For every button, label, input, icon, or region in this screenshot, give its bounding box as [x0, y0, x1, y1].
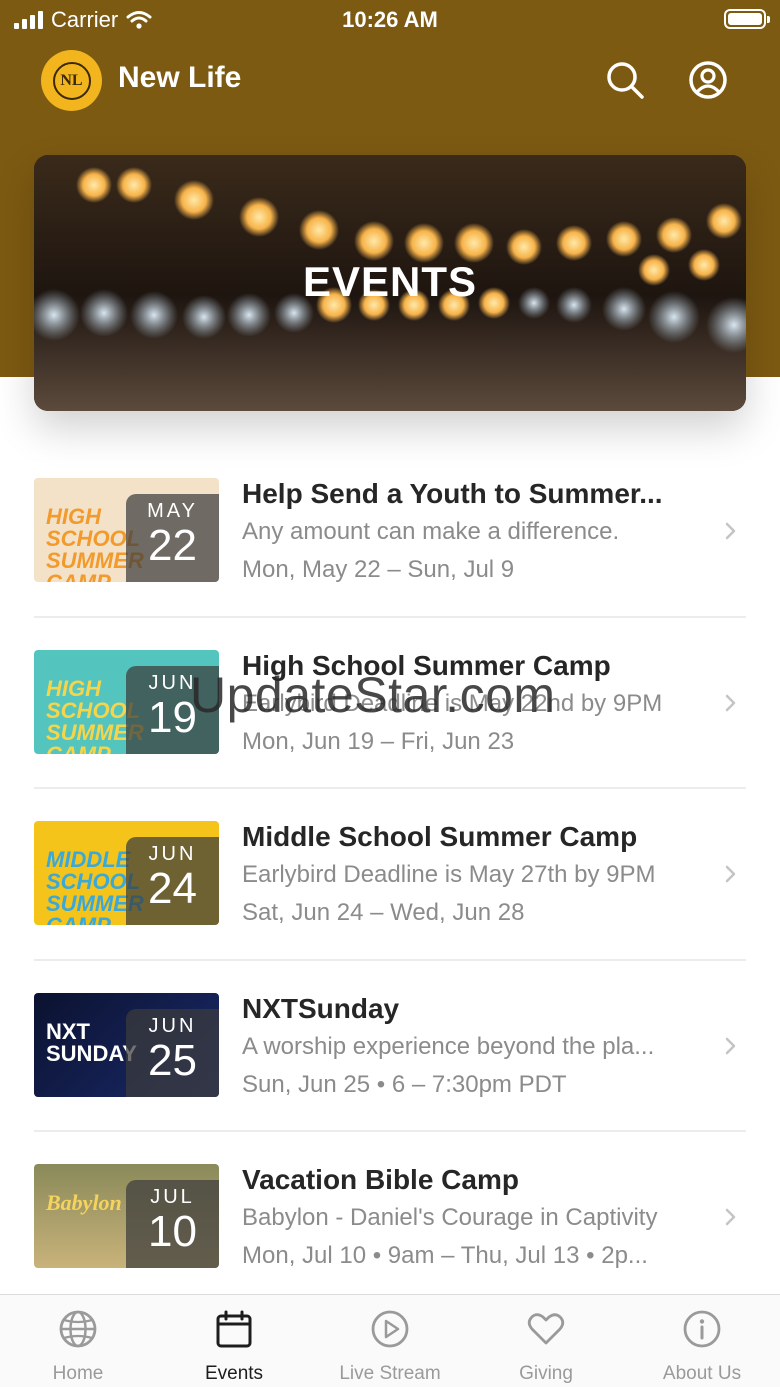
date-badge: JUN 24	[126, 837, 219, 925]
battery-icon	[724, 9, 770, 29]
event-title: NXTSunday	[242, 992, 400, 1024]
event-thumbnail: HIGH SCHOOL SUMMER CAMP JUN 19	[34, 649, 219, 754]
tab-about-us[interactable]: About Us	[624, 1295, 780, 1387]
date-badge: JUL 10	[126, 1180, 219, 1268]
search-icon	[607, 62, 644, 99]
thumbnail-caption: Babylon	[46, 1190, 122, 1215]
event-subtitle: Earlybird Deadline is May 22nd by 9PM	[242, 689, 663, 717]
date-month: JUN	[148, 1014, 197, 1037]
event-thumbnail: NXT SUNDAY JUN 25	[34, 992, 219, 1097]
tab-label: Live Stream	[339, 1363, 441, 1384]
play-circle-icon	[371, 1310, 409, 1348]
event-dates: Sat, Jun 24 – Wed, Jun 28	[242, 899, 525, 926]
event-row[interactable]: NXT SUNDAY JUN 25 NXTSunday A worship ex…	[34, 961, 746, 1132]
date-badge: MAY 22	[126, 494, 219, 582]
thumbnail-caption: MIDDLE SCHOOL SUMMER CAMP	[46, 847, 144, 926]
church-logo[interactable]: NL	[41, 50, 102, 111]
banner-title: EVENTS	[302, 258, 478, 305]
event-dates: Mon, Jun 19 – Fri, Jun 23	[242, 727, 515, 755]
status-time: 10:26 AM	[342, 7, 438, 32]
event-list: HIGH SCHOOL SUMMER CAMP MAY 22 Help Send…	[34, 446, 746, 1304]
event-title: Middle School Summer Camp	[242, 821, 638, 852]
date-day: 19	[148, 692, 197, 742]
chevron-right-icon	[725, 694, 736, 711]
event-thumbnail: HIGH SCHOOL SUMMER CAMP MAY 22	[34, 478, 219, 582]
chevron-right-icon	[725, 865, 736, 883]
profile-button[interactable]	[686, 58, 730, 102]
chevron-right-icon	[725, 522, 736, 540]
event-row[interactable]: HIGH SCHOOL SUMMER CAMP JUN 19 High Scho…	[34, 618, 746, 789]
date-badge: JUN 19	[126, 665, 219, 754]
search-button[interactable]	[603, 58, 647, 102]
date-badge: JUN 25	[126, 1008, 219, 1097]
heart-icon	[527, 1313, 565, 1345]
event-subtitle: Any amount can make a difference.	[242, 518, 620, 545]
date-day: 25	[148, 1035, 197, 1085]
chevron-right-icon	[725, 1208, 736, 1226]
event-subtitle: A worship experience beyond the pla...	[242, 1032, 655, 1060]
event-thumbnail: Babylon JUL 10	[34, 1164, 219, 1268]
app-title: New Life	[118, 61, 242, 94]
thumbnail-caption: HIGH SCHOOL SUMMER CAMP	[46, 504, 144, 583]
tab-events[interactable]: Events	[156, 1295, 312, 1387]
tab-label: Giving	[519, 1363, 573, 1384]
event-subtitle: Babylon - Daniel's Courage in Captivity	[242, 1204, 658, 1231]
date-month: JUL	[150, 1186, 195, 1208]
event-title: High School Summer Camp	[242, 649, 611, 681]
event-row[interactable]: Babylon JUL 10 Vacation Bible Camp Babyl…	[34, 1132, 746, 1304]
tab-label: Home	[52, 1363, 104, 1384]
date-month: JUN	[148, 671, 197, 694]
event-row[interactable]: MIDDLE SCHOOL SUMMER CAMP JUN 24 Middle …	[34, 789, 746, 961]
date-day: 10	[148, 1207, 197, 1256]
calendar-icon	[216, 1310, 252, 1348]
chevron-right-icon	[725, 1037, 736, 1054]
thumbnail-caption: HIGH SCHOOL SUMMER CAMP	[46, 675, 144, 754]
globe-icon	[59, 1310, 97, 1348]
status-bar: Carrier 10:26 AM	[0, 0, 780, 40]
event-dates: Sun, Jun 25 • 6 – 7:30pm PDT	[242, 1070, 567, 1098]
thumbnail-caption: NXT SUNDAY	[46, 1018, 137, 1066]
info-icon	[683, 1310, 721, 1348]
event-subtitle: Earlybird Deadline is May 27th by 9PM	[242, 861, 656, 888]
event-row[interactable]: HIGH SCHOOL SUMMER CAMP MAY 22 Help Send…	[34, 446, 746, 618]
event-thumbnail: MIDDLE SCHOOL SUMMER CAMP JUN 24	[34, 821, 219, 925]
event-title: Help Send a Youth to Summer...	[242, 478, 663, 509]
tab-bar: Home Events Live Stream Giving About Us	[0, 1294, 780, 1387]
user-circle-icon	[689, 61, 727, 99]
tab-label: About Us	[662, 1363, 742, 1384]
tab-label: Events	[204, 1363, 264, 1384]
tab-home[interactable]: Home	[0, 1295, 156, 1387]
date-day: 24	[148, 864, 197, 913]
event-title: Vacation Bible Camp	[242, 1164, 519, 1195]
date-day: 22	[148, 521, 197, 570]
logo-monogram: NL	[52, 61, 91, 100]
tab-giving[interactable]: Giving	[468, 1295, 624, 1387]
event-dates: Mon, Jul 10 • 9am – Thu, Jul 13 • 2p...	[242, 1242, 648, 1269]
event-dates: Mon, May 22 – Sun, Jul 9	[242, 556, 515, 583]
date-month: MAY	[147, 500, 198, 522]
date-month: JUN	[148, 843, 197, 865]
app-bar: NL New Life	[0, 48, 780, 112]
tab-live-stream[interactable]: Live Stream	[312, 1295, 468, 1387]
